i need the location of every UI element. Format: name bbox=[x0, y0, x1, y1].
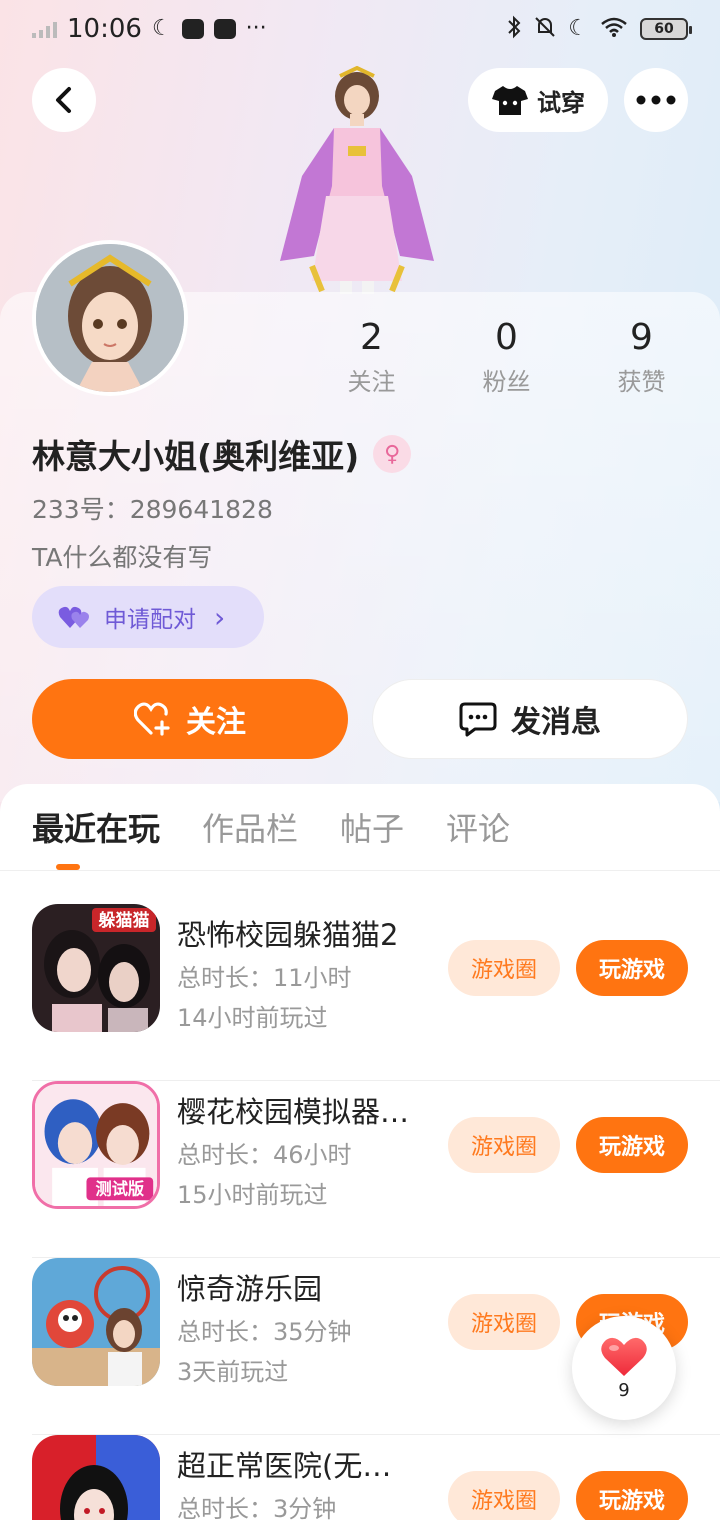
more-dots-icon: ··· bbox=[245, 16, 267, 41]
hearts-icon bbox=[58, 606, 89, 628]
heart-icon bbox=[601, 1337, 647, 1376]
user-bio: TA什么都没有写 bbox=[32, 543, 213, 572]
username-text: 林意大小姐(奥利维亚) bbox=[32, 437, 360, 476]
status-bar: 10:06 ☾ ··· ☾ 60 bbox=[0, 0, 720, 58]
game-duration: 总时长：11小时 bbox=[177, 964, 352, 992]
back-button[interactable] bbox=[32, 68, 96, 132]
game-icon[interactable] bbox=[32, 1435, 160, 1520]
list-item[interactable]: 超正常医院(无… 总时长：3分钟 游戏圈 玩游戏 bbox=[32, 1435, 720, 1520]
battery-icon: 60 bbox=[640, 18, 692, 40]
tab-posts[interactable]: 帖子 bbox=[340, 804, 404, 850]
play-game-button[interactable]: 玩游戏 bbox=[576, 940, 688, 996]
more-dots-icon bbox=[636, 95, 676, 105]
try-on-button[interactable]: 试穿 bbox=[468, 68, 608, 132]
female-gender-icon: ♀ bbox=[373, 435, 412, 473]
game-icon[interactable] bbox=[32, 1258, 160, 1386]
game-icon[interactable]: 躲猫猫 bbox=[32, 904, 160, 1032]
follow-button[interactable]: 关注 bbox=[32, 679, 348, 759]
username: 林意大小姐(奥利维亚) ♀ bbox=[32, 430, 412, 478]
stat-value: 2 bbox=[360, 317, 383, 358]
user-id: 233号：289641828 bbox=[32, 495, 273, 524]
play-game-button[interactable]: 玩游戏 bbox=[576, 1471, 688, 1520]
play-game-button[interactable]: 玩游戏 bbox=[576, 1117, 688, 1173]
stat-likes[interactable]: 9 获赞 bbox=[574, 316, 709, 397]
status-time: 10:06 bbox=[67, 14, 142, 44]
game-icon-badge: 测试版 bbox=[96, 1180, 145, 1199]
stat-label: 获赞 bbox=[617, 368, 666, 396]
silent-bell-icon bbox=[534, 15, 556, 44]
game-circle-button[interactable]: 游戏圈 bbox=[448, 1294, 560, 1350]
game-icon[interactable]: 测试版 bbox=[32, 1081, 160, 1209]
game-circle-button[interactable]: 游戏圈 bbox=[448, 1471, 560, 1520]
game-icon-badge: 躲猫猫 bbox=[99, 910, 150, 931]
avatar-portrait bbox=[36, 244, 184, 392]
stat-following[interactable]: 2 关注 bbox=[304, 316, 439, 397]
list-item[interactable]: 测试版 樱花校园模拟器… 总时长：46小时 15小时前玩过 游戏圈 玩游戏 bbox=[32, 1081, 720, 1258]
game-title[interactable]: 恐怖校园躲猫猫2 bbox=[177, 912, 437, 954]
game-last-played: 3天前玩过 bbox=[177, 1358, 289, 1386]
game-last-played: 14小时前玩过 bbox=[177, 1004, 328, 1032]
game-duration: 总时长：3分钟 bbox=[177, 1495, 337, 1520]
stat-followers[interactable]: 0 粉丝 bbox=[439, 316, 574, 397]
chevron-right-icon: › bbox=[214, 600, 226, 634]
game-duration: 总时长：46小时 bbox=[177, 1141, 352, 1169]
game-circle-button[interactable]: 游戏圈 bbox=[448, 940, 560, 996]
stat-value: 9 bbox=[630, 317, 653, 358]
list-item[interactable]: 躲猫猫 恐怖校园躲猫猫2 总时长：11小时 14小时前玩过 游戏圈 玩游戏 bbox=[32, 904, 720, 1081]
bluetooth-icon bbox=[506, 15, 522, 44]
tab-works[interactable]: 作品栏 bbox=[202, 804, 298, 850]
stat-label: 粉丝 bbox=[482, 368, 531, 396]
game-title[interactable]: 惊奇游乐园 bbox=[177, 1266, 437, 1308]
request-pair-button[interactable]: 申请配对 › bbox=[32, 586, 264, 648]
tab-recently-played[interactable]: 最近在玩 bbox=[32, 804, 160, 850]
chat-bubble-icon bbox=[459, 702, 497, 737]
signal-icon bbox=[32, 20, 57, 38]
game-duration: 总时长：35分钟 bbox=[177, 1318, 352, 1346]
like-count: 9 bbox=[618, 1379, 630, 1401]
chevron-left-icon bbox=[56, 87, 71, 113]
moon-icon: ☾ bbox=[151, 16, 172, 41]
wifi-icon bbox=[600, 16, 628, 43]
heart-plus-icon bbox=[134, 702, 170, 736]
game-last-played: 15小时前玩过 bbox=[177, 1181, 328, 1209]
tab-comments[interactable]: 评论 bbox=[446, 804, 510, 850]
game-circle-button[interactable]: 游戏圈 bbox=[448, 1117, 560, 1173]
send-message-label: 发消息 bbox=[511, 705, 601, 740]
character-avatar-figure[interactable] bbox=[262, 66, 452, 294]
mail-icon bbox=[181, 19, 204, 39]
stat-label: 关注 bbox=[347, 368, 396, 396]
moon-icon: ☾ bbox=[568, 16, 588, 41]
more-options-button[interactable] bbox=[624, 68, 688, 132]
tshirt-icon bbox=[492, 86, 528, 115]
request-pair-label: 申请配对 bbox=[104, 607, 196, 633]
send-message-button[interactable]: 发消息 bbox=[372, 679, 688, 759]
follow-label: 关注 bbox=[186, 705, 246, 740]
game-title[interactable]: 樱花校园模拟器… bbox=[177, 1089, 437, 1131]
profile-tabs: 最近在玩 作品栏 帖子 评论 bbox=[32, 804, 510, 850]
avatar[interactable] bbox=[32, 240, 188, 396]
music-icon bbox=[213, 19, 236, 39]
try-on-label: 试穿 bbox=[537, 88, 585, 117]
profile-stats: 2 关注 0 粉丝 9 获赞 bbox=[304, 316, 710, 397]
stat-value: 0 bbox=[495, 317, 518, 358]
game-title[interactable]: 超正常医院(无… bbox=[177, 1443, 437, 1485]
divider bbox=[0, 870, 720, 871]
like-floating-button[interactable]: 9 bbox=[572, 1316, 676, 1420]
